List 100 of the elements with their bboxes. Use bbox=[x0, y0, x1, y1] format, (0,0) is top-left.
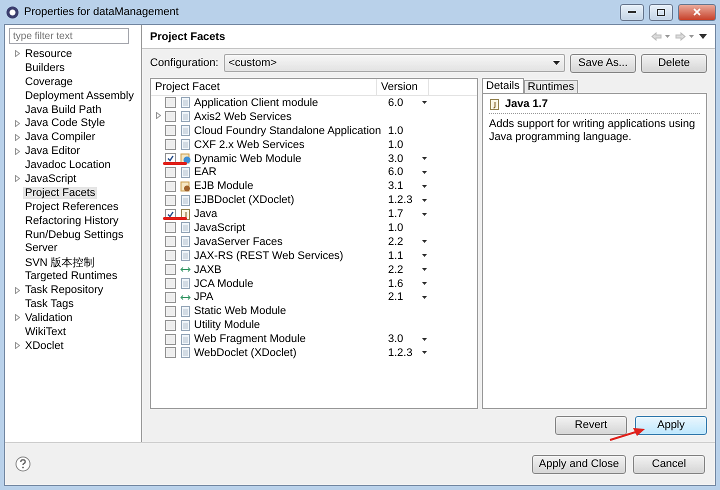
sidebar-item[interactable]: Resource bbox=[23, 48, 74, 60]
dropdown-icon[interactable] bbox=[422, 198, 427, 202]
sidebar-item[interactable]: Server bbox=[23, 242, 60, 254]
checkbox[interactable] bbox=[165, 180, 176, 192]
apply-and-close-button[interactable]: Apply and Close bbox=[532, 454, 626, 474]
back-icon[interactable] bbox=[651, 32, 671, 41]
facet-version: 1.6 bbox=[388, 278, 404, 290]
configuration-dropdown[interactable]: <custom> bbox=[224, 54, 565, 72]
facet-version: 3.1 bbox=[388, 180, 404, 192]
sidebar-item[interactable]: Project Facets bbox=[23, 186, 98, 199]
dropdown-icon[interactable] bbox=[422, 254, 427, 258]
sidebar-item[interactable]: Java Editor bbox=[23, 145, 82, 158]
tab[interactable]: Runtimes bbox=[524, 80, 578, 93]
sidebar-item[interactable]: Javadoc Location bbox=[23, 159, 113, 172]
checkbox[interactable] bbox=[165, 320, 176, 331]
save-as-button[interactable]: Save As... bbox=[570, 54, 636, 72]
expand-icon[interactable] bbox=[14, 314, 20, 322]
checkbox[interactable] bbox=[165, 306, 176, 317]
cancel-button[interactable]: Cancel bbox=[633, 454, 705, 474]
sidebar-item[interactable]: SVN 版本控制 bbox=[23, 254, 97, 270]
highlight-underline bbox=[163, 162, 187, 165]
sidebar-item[interactable]: Builders bbox=[23, 62, 67, 74]
tab[interactable]: Details bbox=[482, 78, 524, 93]
configuration-label: Configuration: bbox=[150, 57, 218, 69]
sidebar-item[interactable]: Task Tags bbox=[23, 298, 76, 310]
page-icon bbox=[180, 320, 191, 331]
facet-version: 1.0 bbox=[388, 138, 404, 151]
sidebar-item[interactable]: JavaScript bbox=[23, 172, 78, 185]
help-icon[interactable] bbox=[15, 456, 31, 472]
details-description: Adds support for writing applications using Java programming language. bbox=[489, 118, 696, 144]
checkbox[interactable] bbox=[165, 250, 176, 262]
sidebar-item[interactable]: Java Code Style bbox=[23, 117, 108, 130]
close-icon bbox=[693, 8, 701, 16]
action-button[interactable]: Apply bbox=[635, 416, 707, 434]
expand-icon[interactable] bbox=[14, 50, 20, 58]
facet-version: 2.2 bbox=[388, 236, 404, 248]
close-button[interactable] bbox=[678, 4, 716, 20]
expand-icon[interactable] bbox=[14, 342, 20, 350]
maximize-button[interactable] bbox=[649, 4, 673, 20]
dropdown-icon[interactable] bbox=[422, 212, 427, 216]
sidebar-item[interactable]: Validation bbox=[23, 312, 74, 324]
sidebar-item[interactable]: Project References bbox=[23, 200, 121, 213]
column-header[interactable]: Version bbox=[377, 79, 429, 95]
action-button[interactable]: Revert bbox=[555, 416, 627, 434]
checkbox[interactable] bbox=[165, 125, 176, 136]
checkbox[interactable] bbox=[165, 97, 176, 108]
checkbox[interactable] bbox=[165, 236, 176, 248]
sidebar-item[interactable]: XDoclet bbox=[23, 340, 66, 352]
sidebar-item[interactable]: Task Repository bbox=[23, 284, 106, 296]
dropdown-icon[interactable] bbox=[422, 101, 427, 104]
checkbox[interactable] bbox=[165, 222, 176, 234]
sidebar-item[interactable]: Java Build Path bbox=[23, 104, 104, 116]
column-header[interactable]: Project Facet bbox=[151, 79, 377, 95]
sidebar-item[interactable]: Deployment Assembly bbox=[23, 90, 136, 102]
filter-field[interactable]: type filter text bbox=[9, 28, 129, 44]
facet-version: 1.1 bbox=[388, 250, 404, 262]
expand-icon[interactable] bbox=[14, 286, 20, 294]
dropdown-icon[interactable] bbox=[422, 351, 427, 354]
facet-version: 3.0 bbox=[388, 333, 404, 346]
delete-button[interactable]: Delete bbox=[641, 54, 707, 72]
facet-name: Dynamic Web Module bbox=[194, 152, 302, 164]
dropdown-icon[interactable] bbox=[422, 170, 427, 174]
facet-name: Java bbox=[194, 208, 218, 220]
window-title: Properties for dataManagement bbox=[24, 6, 180, 18]
facet-version: 3.0 bbox=[388, 152, 404, 164]
checkbox[interactable] bbox=[165, 292, 176, 303]
checkbox[interactable] bbox=[165, 111, 176, 122]
dropdown-icon[interactable] bbox=[422, 338, 427, 341]
facet-version: 1.2.3 bbox=[388, 194, 412, 206]
checkbox[interactable] bbox=[165, 347, 176, 358]
dropdown-icon[interactable] bbox=[422, 282, 427, 286]
expand-icon[interactable] bbox=[156, 112, 160, 120]
checkbox[interactable] bbox=[165, 194, 176, 206]
page-title: Project Facets bbox=[150, 30, 226, 42]
page-icon bbox=[180, 194, 191, 206]
dropdown-icon[interactable] bbox=[422, 296, 427, 299]
sidebar-item[interactable]: WikiText bbox=[23, 326, 68, 338]
checkbox[interactable] bbox=[165, 166, 176, 178]
facet-name: JavaServer Faces bbox=[194, 236, 284, 248]
sidebar-item[interactable]: Java Compiler bbox=[23, 131, 98, 144]
sidebar-item[interactable]: Refactoring History bbox=[23, 214, 121, 227]
view-menu-icon[interactable] bbox=[699, 34, 707, 40]
checkbox[interactable] bbox=[165, 139, 176, 150]
app-icon bbox=[6, 6, 19, 18]
checkbox[interactable] bbox=[165, 264, 176, 276]
facet-name: CXF 2.x Web Services bbox=[194, 138, 306, 151]
expand-icon[interactable] bbox=[14, 175, 20, 182]
maximize-icon bbox=[657, 8, 665, 16]
dropdown-icon[interactable] bbox=[422, 268, 427, 272]
dropdown-icon[interactable] bbox=[422, 157, 427, 160]
sidebar-item[interactable]: Coverage bbox=[23, 76, 75, 88]
minimize-button[interactable] bbox=[620, 4, 644, 20]
facet-name: JAX-RS (REST Web Services) bbox=[194, 250, 344, 262]
sidebar-item[interactable]: Targeted Runtimes bbox=[23, 270, 120, 282]
dropdown-icon[interactable] bbox=[422, 184, 427, 188]
dropdown-icon[interactable] bbox=[422, 240, 427, 244]
checkbox[interactable] bbox=[165, 278, 176, 290]
sidebar-item[interactable]: Run/Debug Settings bbox=[23, 228, 126, 241]
checkbox[interactable] bbox=[165, 334, 176, 345]
facet-name: JPA bbox=[194, 291, 214, 304]
